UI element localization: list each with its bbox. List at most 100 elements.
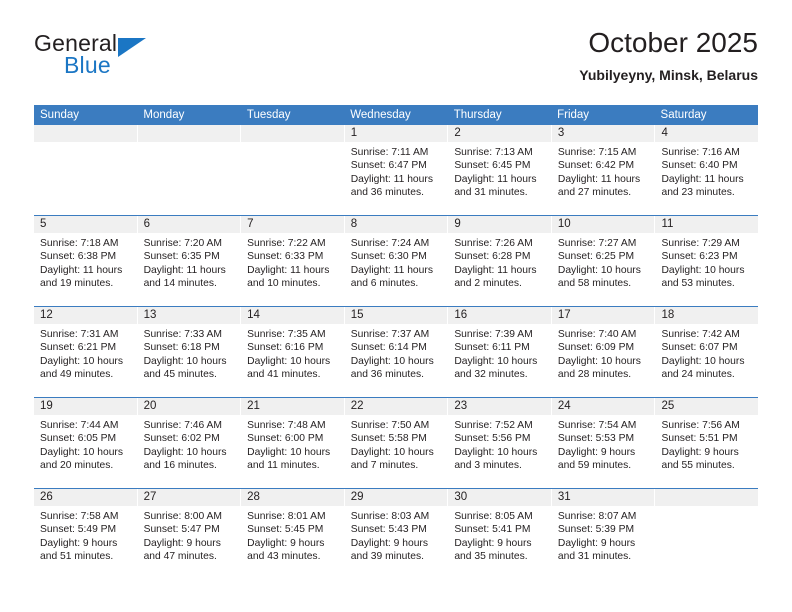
day-cell[interactable]: 6 Sunrise: 7:20 AM Sunset: 6:35 PM Dayli… (137, 216, 242, 306)
day-number: 7 (241, 216, 344, 233)
sunset-text: Sunset: 6:14 PM (350, 342, 427, 354)
day-cell[interactable]: 22 Sunrise: 7:50 AM Sunset: 5:58 PM Dayl… (344, 398, 449, 488)
day-cell[interactable]: 17 Sunrise: 7:40 AM Sunset: 6:09 PM Dayl… (551, 307, 656, 397)
day-number: 5 (34, 216, 137, 233)
day-cell[interactable]: 12 Sunrise: 7:31 AM Sunset: 6:21 PM Dayl… (34, 307, 138, 397)
daylight-text-line2: and 7 minutes. (350, 460, 419, 472)
day-cell[interactable]: 11 Sunrise: 7:29 AM Sunset: 6:23 PM Dayl… (655, 216, 759, 306)
daylight-text-line2: and 39 minutes. (350, 551, 425, 563)
daylight-text-line2: and 32 minutes. (454, 369, 528, 381)
sunset-text: Sunset: 6:30 PM (350, 251, 427, 263)
day-cell[interactable]: 13 Sunrise: 7:33 AM Sunset: 6:18 PM Dayl… (137, 307, 242, 397)
sunset-text: Sunset: 6:07 PM (661, 342, 738, 354)
day-cell[interactable]: 20 Sunrise: 7:46 AM Sunset: 6:02 PM Dayl… (137, 398, 242, 488)
day-cell[interactable]: 10 Sunrise: 7:27 AM Sunset: 6:25 PM Dayl… (551, 216, 656, 306)
sunrise-text: Sunrise: 7:18 AM (40, 238, 119, 249)
day-cell[interactable]: 5 Sunrise: 7:18 AM Sunset: 6:38 PM Dayli… (34, 216, 138, 306)
day-cell[interactable]: 7 Sunrise: 7:22 AM Sunset: 6:33 PM Dayli… (241, 216, 345, 306)
daylight-text-line2: and 47 minutes. (143, 551, 217, 563)
sunset-text: Sunset: 6:33 PM (247, 251, 324, 263)
sunset-text: Sunset: 5:53 PM (557, 433, 635, 445)
day-cell[interactable]: 19 Sunrise: 7:44 AM Sunset: 6:05 PM Dayl… (34, 398, 138, 488)
sunrise-text: Sunrise: 7:50 AM (350, 420, 430, 431)
day-cell[interactable]: 16 Sunrise: 7:39 AM Sunset: 6:11 PM Dayl… (448, 307, 552, 397)
day-cell[interactable]: 29 Sunrise: 8:03 AM Sunset: 5:43 PM Dayl… (344, 489, 449, 579)
day-cell[interactable]: 26 Sunrise: 7:58 AM Sunset: 5:49 PM Dayl… (34, 489, 138, 579)
sunrise-text: Sunrise: 8:01 AM (247, 511, 326, 522)
day-cell[interactable]: 30 Sunrise: 8:05 AM Sunset: 5:41 PM Dayl… (448, 489, 552, 579)
day-cell[interactable]: 2 Sunrise: 7:13 AM Sunset: 6:45 PM Dayli… (448, 125, 552, 215)
generalblue-logo: General Blue (34, 30, 274, 90)
day-cell (241, 125, 345, 215)
daylight-text-line2: and 41 minutes. (247, 369, 321, 381)
daylight-text-line1: Daylight: 10 hours (557, 264, 641, 276)
daylight-text-line2: and 16 minutes. (143, 460, 217, 472)
day-details: Sunrise: 7:24 AM Sunset: 6:30 PM Dayligh… (345, 233, 448, 291)
daylight-text-line2: and 27 minutes. (557, 187, 632, 199)
sunset-text: Sunset: 5:45 PM (247, 524, 324, 536)
week-row: 5 Sunrise: 7:18 AM Sunset: 6:38 PM Dayli… (34, 215, 759, 306)
daylight-text-line1: Daylight: 10 hours (40, 355, 123, 367)
day-number: 21 (241, 398, 344, 415)
day-cell[interactable]: 8 Sunrise: 7:24 AM Sunset: 6:30 PM Dayli… (344, 216, 449, 306)
weekday-header-wednesday: Wednesday (350, 109, 411, 121)
page-title: October 2025 (588, 27, 758, 58)
day-number: 28 (241, 489, 344, 506)
page-header: General Blue October 2025 Yubilyeyny, Mi… (34, 27, 758, 98)
calendar-page: General Blue October 2025 Yubilyeyny, Mi… (0, 0, 792, 612)
day-details: Sunrise: 7:48 AM Sunset: 6:00 PM Dayligh… (241, 415, 344, 473)
daylight-text-line1: Daylight: 10 hours (661, 355, 745, 367)
sunrise-text: Sunrise: 7:46 AM (143, 420, 222, 431)
day-details: Sunrise: 7:50 AM Sunset: 5:58 PM Dayligh… (345, 415, 448, 473)
day-details: Sunrise: 7:16 AM Sunset: 6:40 PM Dayligh… (655, 142, 758, 200)
daylight-text-line1: Daylight: 10 hours (350, 446, 434, 458)
day-cell[interactable]: 4 Sunrise: 7:16 AM Sunset: 6:40 PM Dayli… (655, 125, 759, 215)
day-number: 16 (448, 307, 551, 324)
day-cell[interactable]: 15 Sunrise: 7:37 AM Sunset: 6:14 PM Dayl… (344, 307, 449, 397)
sunset-text: Sunset: 6:05 PM (40, 433, 117, 445)
day-number: 3 (551, 125, 655, 142)
day-cell[interactable]: 1 Sunrise: 7:11 AM Sunset: 6:47 PM Dayli… (344, 125, 449, 215)
sunset-text: Sunset: 6:40 PM (661, 160, 738, 172)
week-row: 19 Sunrise: 7:44 AM Sunset: 6:05 PM Dayl… (34, 397, 759, 488)
day-cell[interactable]: 31 Sunrise: 8:07 AM Sunset: 5:39 PM Dayl… (551, 489, 656, 579)
day-cell[interactable]: 14 Sunrise: 7:35 AM Sunset: 6:16 PM Dayl… (241, 307, 345, 397)
daylight-text-line1: Daylight: 9 hours (247, 537, 325, 549)
day-number: 9 (448, 216, 551, 233)
sunrise-text: Sunrise: 8:03 AM (350, 511, 430, 522)
day-number: 13 (137, 307, 241, 324)
day-details: Sunrise: 7:54 AM Sunset: 5:53 PM Dayligh… (552, 415, 655, 473)
day-cell[interactable]: 25 Sunrise: 7:56 AM Sunset: 5:51 PM Dayl… (655, 398, 759, 488)
daylight-text-line1: Daylight: 10 hours (247, 446, 331, 458)
day-number: 14 (241, 307, 344, 324)
daylight-text-line2: and 11 minutes. (247, 460, 320, 472)
day-cell[interactable]: 18 Sunrise: 7:42 AM Sunset: 6:07 PM Dayl… (655, 307, 759, 397)
day-cell (34, 125, 138, 215)
daylight-text-line1: Daylight: 10 hours (143, 355, 227, 367)
daylight-text-line1: Daylight: 10 hours (454, 355, 538, 367)
daylight-text-line1: Daylight: 9 hours (661, 446, 739, 458)
sunrise-text: Sunrise: 7:24 AM (350, 238, 430, 249)
daylight-text-line2: and 58 minutes. (557, 278, 632, 290)
week-row: 1 Sunrise: 7:11 AM Sunset: 6:47 PM Dayli… (34, 125, 759, 215)
daylight-text-line1: Daylight: 10 hours (247, 355, 331, 367)
day-number: 31 (551, 489, 655, 506)
day-cell[interactable]: 23 Sunrise: 7:52 AM Sunset: 5:56 PM Dayl… (448, 398, 552, 488)
day-details: Sunrise: 7:35 AM Sunset: 6:16 PM Dayligh… (241, 324, 344, 382)
weekday-header-row: Sunday Monday Tuesday Wednesday Thursday… (34, 105, 758, 125)
day-cell[interactable]: 28 Sunrise: 8:01 AM Sunset: 5:45 PM Dayl… (241, 489, 345, 579)
day-cell[interactable]: 3 Sunrise: 7:15 AM Sunset: 6:42 PM Dayli… (551, 125, 656, 215)
day-number: 24 (551, 398, 655, 415)
weekday-header-friday: Friday (557, 109, 590, 121)
day-cell[interactable]: 9 Sunrise: 7:26 AM Sunset: 6:28 PM Dayli… (448, 216, 552, 306)
sunset-text: Sunset: 6:35 PM (143, 251, 220, 263)
day-cell[interactable]: 27 Sunrise: 8:00 AM Sunset: 5:47 PM Dayl… (137, 489, 242, 579)
sunrise-text: Sunrise: 7:15 AM (557, 147, 637, 158)
day-cell[interactable]: 21 Sunrise: 7:48 AM Sunset: 6:00 PM Dayl… (241, 398, 345, 488)
day-cell[interactable]: 24 Sunrise: 7:54 AM Sunset: 5:53 PM Dayl… (551, 398, 656, 488)
sunset-text: Sunset: 6:11 PM (454, 342, 530, 354)
weekday-header-tuesday: Tuesday (246, 109, 291, 121)
title-block: October 2025 Yubilyeyny, Minsk, Belarus (579, 26, 758, 84)
sunset-text: Sunset: 6:42 PM (557, 160, 635, 172)
daylight-text-line2: and 24 minutes. (661, 369, 735, 381)
